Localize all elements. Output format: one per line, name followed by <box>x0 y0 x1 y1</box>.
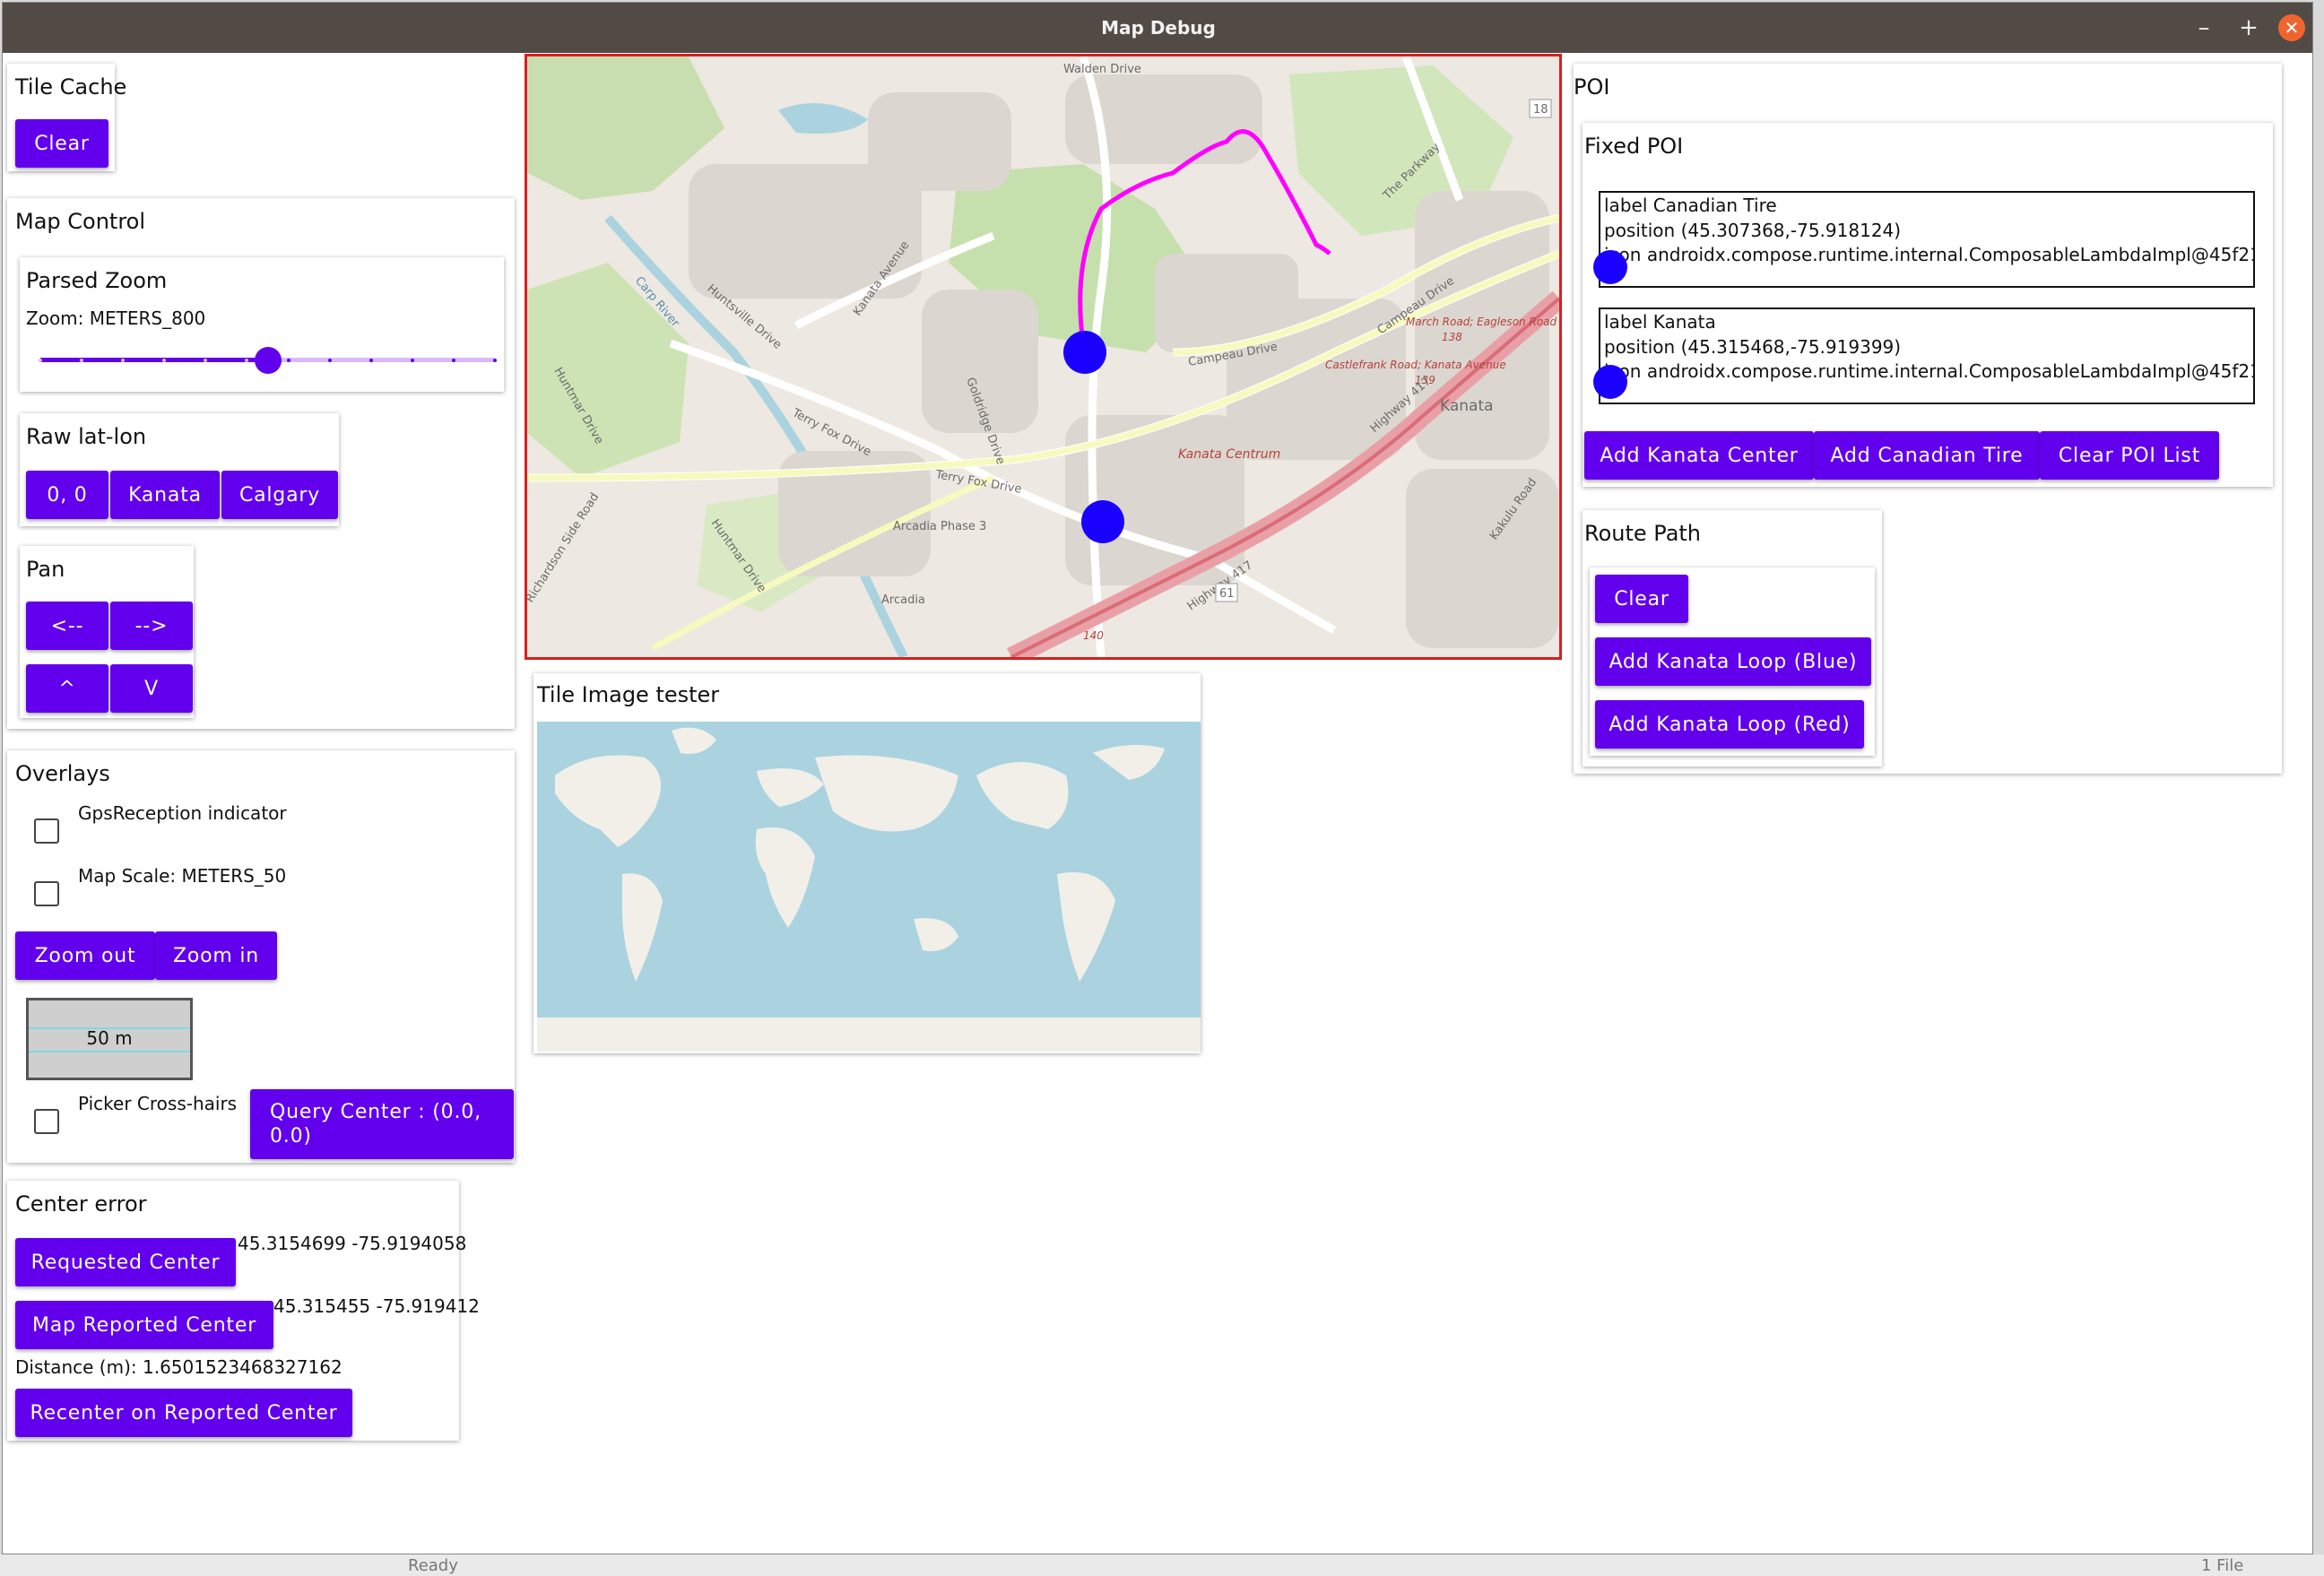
map-view[interactable]: Walden Drive Terry Fox Drive Terry Fox D… <box>525 54 1562 660</box>
map-label: Castlefrank Road; Kanata Avenue <box>1325 359 1506 371</box>
crosshairs-label: Picker Cross-hairs <box>78 1093 238 1114</box>
world-tile-image <box>537 722 1201 1052</box>
close-button[interactable]: ✕ <box>2278 14 2305 41</box>
poi-label: label Kanata <box>1604 311 1716 333</box>
pan-right-button[interactable]: --> <box>110 602 193 650</box>
zoom-slider-tick <box>286 358 290 362</box>
zoom-slider-tick <box>493 358 497 362</box>
maximize-button[interactable]: + <box>2235 14 2262 41</box>
distance-label: Distance (m): 1.6501523468327162 <box>15 1356 343 1378</box>
zoom-in-button[interactable]: Zoom in <box>155 931 277 980</box>
gps-indicator-checkbox[interactable] <box>34 818 59 844</box>
fixed-poi-title: Fixed POI <box>1584 134 1684 159</box>
map-label: 61 <box>1219 587 1235 601</box>
tile-cache-title: Tile Cache <box>15 74 127 100</box>
map-label: Arcadia <box>881 593 925 607</box>
map-label: 138 <box>1442 331 1462 343</box>
pan-up-button[interactable]: ^ <box>26 664 108 713</box>
map-scale-label: Map Scale: METERS_50 <box>78 865 287 887</box>
raw-latlon-title: Raw lat-lon <box>26 424 147 449</box>
scale-text: 50 m <box>86 1027 133 1049</box>
zoom-slider-thumb[interactable] <box>254 347 282 374</box>
latlon-zero-button[interactable]: 0, 0 <box>26 471 108 519</box>
add-canadian-tire-button[interactable]: Add Canadian Tire <box>1814 431 2040 480</box>
zoom-slider-tick <box>39 358 42 362</box>
route-path-title: Route Path <box>1584 521 1702 546</box>
map-label: 18 <box>1533 103 1548 117</box>
poi-item-canadian-tire[interactable]: label Canadian Tire position (45.307368,… <box>1599 191 2255 288</box>
poi-marker-icon <box>1593 250 1627 284</box>
clear-poi-list-button[interactable]: Clear POI List <box>2040 431 2219 480</box>
poi-icon-text: icon androidx.compose.runtime.internal.C… <box>1604 244 2255 265</box>
zoom-slider-tick <box>121 358 126 362</box>
tile-tester-title: Tile Image tester <box>537 682 720 707</box>
overlays-title: Overlays <box>15 761 110 786</box>
add-kanata-loop-blue-button[interactable]: Add Kanata Loop (Blue) <box>1595 637 1871 686</box>
zoom-slider-active <box>40 358 268 362</box>
map-label: 140 <box>1083 629 1104 642</box>
zoom-slider-tick <box>410 358 414 362</box>
requested-center-button[interactable]: Requested Center <box>15 1238 236 1286</box>
map-control-title: Map Control <box>15 209 146 234</box>
status-left: Ready <box>408 1556 458 1575</box>
scale-line-bottom <box>29 1051 190 1052</box>
zoom-slider-tick <box>204 358 208 362</box>
world-continents <box>537 727 1201 1052</box>
reported-center-value: 45.315455 -75.919412 <box>273 1295 480 1317</box>
map-scale-checkbox[interactable] <box>34 881 59 906</box>
zoom-slider-tick <box>327 358 332 362</box>
zoom-slider-tick <box>162 358 167 362</box>
poi-icon-text: icon androidx.compose.runtime.internal.C… <box>1604 360 2255 382</box>
window-title: Map Debug <box>1101 17 1216 39</box>
gps-indicator-label: GpsReception indicator <box>78 802 287 824</box>
status-bar: Ready 1 File <box>0 1554 2324 1576</box>
poi-marker-kanata <box>1063 331 1106 374</box>
pan-left-button[interactable]: <-- <box>26 602 108 650</box>
zoom-label: Zoom: METERS_800 <box>26 307 206 329</box>
zoom-slider-tick <box>369 358 373 362</box>
query-center-button[interactable]: Query Center : (0.0, 0.0) <box>250 1089 514 1159</box>
reported-center-button[interactable]: Map Reported Center <box>15 1301 273 1349</box>
poi-position: position (45.315468,-75.919399) <box>1604 336 1902 358</box>
poi-title: POI <box>1574 74 1610 100</box>
add-kanata-center-button[interactable]: Add Kanata Center <box>1584 431 1814 480</box>
status-right: 1 File <box>2201 1556 2244 1575</box>
route-clear-button[interactable]: Clear <box>1595 575 1688 623</box>
latlon-calgary-button[interactable]: Calgary <box>221 471 338 519</box>
pan-title: Pan <box>26 557 65 582</box>
poi-item-kanata[interactable]: label Kanata position (45.315468,-75.919… <box>1599 307 2255 404</box>
center-error-title: Center error <box>15 1191 147 1217</box>
app-window: Map Debug – + ✕ Tile Cache Clear Map Con… <box>2 2 2313 1554</box>
map-label: March Road; Eagleson Road <box>1406 316 1557 328</box>
latlon-kanata-button[interactable]: Kanata <box>110 471 220 519</box>
zoom-slider-tick <box>451 358 455 362</box>
requested-center-value: 45.3154699 -75.9194058 <box>238 1233 467 1254</box>
parsed-zoom-title: Parsed Zoom <box>26 268 168 293</box>
map-label: Kanata <box>1440 397 1494 415</box>
map-label: Arcadia Phase 3 <box>893 520 986 533</box>
tile-cache-clear-button[interactable]: Clear <box>15 119 108 168</box>
world-map-svg <box>537 727 1201 1052</box>
scale-bar-preview: 50 m <box>26 998 193 1080</box>
pan-down-button[interactable]: V <box>110 664 193 713</box>
poi-marker-canadian-tire <box>1081 500 1124 543</box>
poi-position: position (45.307368,-75.918124) <box>1604 220 1902 241</box>
recenter-button[interactable]: Recenter on Reported Center <box>15 1389 352 1437</box>
map-label: Kanata Centrum <box>1178 447 1280 462</box>
minimize-button[interactable]: – <box>2190 14 2217 41</box>
zoom-out-button[interactable]: Zoom out <box>15 931 155 980</box>
map-label: Walden Drive <box>1063 63 1141 76</box>
crosshairs-checkbox[interactable] <box>34 1109 59 1134</box>
map-tiles: Walden Drive Terry Fox Drive Terry Fox D… <box>527 56 1559 657</box>
zoom-slider-tick <box>80 358 84 362</box>
add-kanata-loop-red-button[interactable]: Add Kanata Loop (Red) <box>1595 700 1864 749</box>
poi-marker-icon <box>1593 365 1627 399</box>
poi-label: label Canadian Tire <box>1604 195 1777 216</box>
